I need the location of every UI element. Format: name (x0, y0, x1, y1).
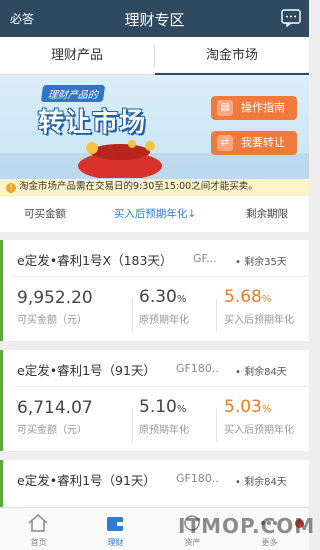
money-bag-icon (78, 140, 162, 178)
card-divider (13, 276, 309, 277)
original-rate: 6.30% (139, 287, 186, 307)
home-icon (28, 513, 48, 532)
original-rate-value: 6.30 (139, 287, 177, 307)
nav-more-label: 更多 (261, 538, 278, 547)
message-icon[interactable] (281, 9, 301, 27)
product-card[interactable]: e定发•睿利1号（91天） GF180... • 剩余84天 6,714.07 … (0, 350, 309, 451)
sort-bar: 可买金额 买入后预期年化↓ 剩余期限 (0, 196, 309, 232)
product-card[interactable]: e定发•睿利1号X（183天） GF... • 剩余35天 9,952.20 可… (0, 240, 309, 341)
remaining-days-text: 剩余84天 (244, 367, 287, 378)
guide-button-label: 操作指南 (241, 101, 285, 114)
wallet-icon (107, 517, 123, 531)
buy-rate-value: 5.68 (224, 287, 262, 307)
buy-rate: 5.03% (224, 397, 271, 417)
tab-wealth-products[interactable]: 理财产品 (0, 37, 154, 75)
notice-text: 淘金市场产品需在交易日的9:30至15:00之间才能买卖。 (19, 181, 258, 192)
original-rate: 5.10% (139, 397, 186, 417)
original-rate-value: 5.10 (139, 397, 177, 417)
column-divider (216, 298, 217, 332)
buy-rate-value: 5.03 (224, 397, 262, 417)
available-amount-label: 可买金额（元） (17, 425, 87, 436)
percent-sign: % (176, 404, 187, 415)
available-amount: 6,714.07 (17, 398, 93, 418)
product-code: GF180... (176, 472, 220, 485)
transfer-button[interactable]: ⇄ 我要转让 (211, 131, 297, 155)
percent-sign: % (261, 294, 272, 305)
watermark: ITMOP.COM (178, 514, 316, 538)
buy-rate-label: 买入后预期年化 (224, 425, 294, 436)
remaining-days: • 剩余84天 (235, 477, 287, 488)
nav-assets-label: 资产 (184, 538, 201, 547)
original-rate-label: 原预期年化 (139, 425, 189, 436)
page-title: 理财专区 (124, 11, 185, 29)
alert-icon: ! (6, 183, 16, 193)
nav-wealth[interactable]: 理财 (77, 508, 154, 550)
percent-sign: % (176, 294, 187, 305)
remaining-days-text: 剩余35天 (244, 257, 287, 268)
buy-rate-label: 买入后预期年化 (224, 315, 294, 326)
transfer-market-banner[interactable]: 理财产品的 转让市场 ▤ 操作指南 ⇄ 我要转让 (0, 76, 309, 179)
product-name: e定发•睿利1号（91天） (17, 363, 156, 378)
remaining-days-text: 剩余84天 (244, 477, 287, 488)
tab-gold-market[interactable]: 淘金市场 (155, 37, 309, 75)
header-bar: 必答 理财专区 (0, 0, 309, 37)
clipboard-icon: ▤ (217, 100, 233, 116)
banner-tag: 理财产品的 (40, 85, 106, 102)
original-rate-label: 原预期年化 (139, 315, 189, 326)
product-name: e定发•睿利1号X（183天） (17, 253, 173, 268)
trading-hours-notice: ! 淘金市场产品需在交易日的9:30至15:00之间才能买卖。 (0, 179, 309, 195)
column-divider (132, 408, 133, 442)
available-amount: 9,952.20 (17, 288, 93, 308)
sort-expected-rate[interactable]: 买入后预期年化↓ (95, 196, 215, 232)
card-divider (13, 386, 309, 387)
product-code: GF180... (176, 362, 220, 375)
nav-wealth-label: 理财 (107, 538, 124, 547)
column-divider (132, 298, 133, 332)
nav-home[interactable]: 首页 (0, 508, 77, 550)
tab-bar: 理财产品 淘金市场 (0, 37, 309, 75)
product-name: e定发•睿利1号（91天） (17, 473, 156, 488)
percent-sign: % (261, 404, 272, 415)
nav-home-label: 首页 (30, 538, 47, 547)
buy-rate: 5.68% (224, 287, 271, 307)
sort-available-amount[interactable]: 可买金额 (0, 196, 90, 232)
banner-headline: 转让市场 (38, 108, 147, 138)
swap-icon: ⇄ (217, 135, 233, 151)
product-code: GF... (193, 252, 217, 265)
guide-button[interactable]: ▤ 操作指南 (211, 96, 297, 120)
transfer-button-label: 我要转让 (241, 136, 285, 149)
sort-remaining-term[interactable]: 剩余期限 (225, 196, 309, 232)
column-divider (216, 408, 217, 442)
remaining-days: • 剩余35天 (235, 257, 287, 268)
remaining-days: • 剩余84天 (235, 367, 287, 378)
available-amount-label: 可买金额（元） (17, 315, 87, 326)
